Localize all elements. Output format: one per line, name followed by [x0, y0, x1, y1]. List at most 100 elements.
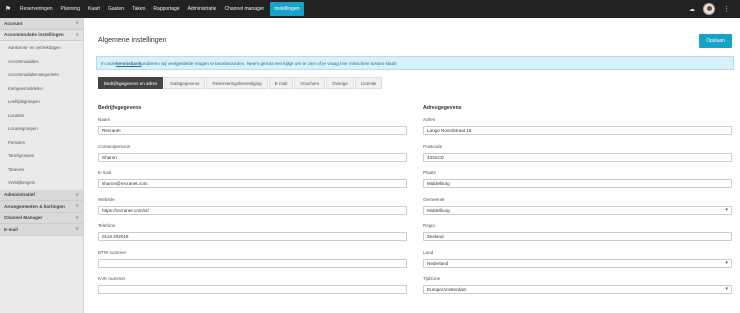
- field-gemeente: Gemeente Middelburg: [423, 197, 732, 215]
- field-btw-nummer: BTW nummer: [98, 250, 407, 268]
- info-alert: In onze kennisbank proberen wij veelgest…: [96, 56, 734, 70]
- adres-input[interactable]: Lange Noordstraat 16: [423, 126, 732, 135]
- sidebar-item-periodes[interactable]: Periodes: [0, 136, 83, 150]
- telefoon-input[interactable]: 0118 202019: [98, 232, 407, 241]
- sidebar-section-label: Administratief: [4, 192, 35, 198]
- chevron-down-icon: ∨: [75, 191, 79, 198]
- sidebar-item-accommodaties[interactable]: Accommodaties: [0, 55, 83, 69]
- field-telefoon: Telefoon 0118 202019: [98, 223, 407, 241]
- nav-item-reserveringen[interactable]: Reserveringen: [16, 0, 57, 18]
- cloud-upload-icon[interactable]: ☁: [689, 6, 695, 13]
- field-label: Tijdzone: [423, 276, 441, 281]
- sidebar-item-tariefgroepen[interactable]: Tariefgroepen: [0, 149, 83, 163]
- field-label: Postcode: [423, 143, 443, 149]
- field-kvk-nummer: KVK nummer: [98, 276, 407, 294]
- sidebar-section-label: E-mail: [4, 226, 18, 232]
- field-tijdzone: Tijdzone Europe/Amsterdam: [423, 276, 732, 294]
- chevron-up-icon: ∧: [75, 31, 79, 38]
- tab-e-mail[interactable]: E-mail: [268, 77, 294, 89]
- nav-item-channel-manager[interactable]: Channel manager: [220, 0, 268, 18]
- tab-reserveringsbevestiging[interactable]: Reserveringsbevestiging: [206, 77, 268, 89]
- gemeente-select[interactable]: Middelburg: [423, 205, 732, 215]
- regio-input[interactable]: Zeeland: [423, 232, 732, 241]
- settings-tabs: Bedrijfsgegevens en adres Gastgegevens Res…: [98, 77, 383, 89]
- sidebar-item-verblijfsregels[interactable]: Verblijfsregels: [0, 176, 83, 190]
- field-label: Gemeente: [423, 196, 445, 202]
- knowledge-base-link[interactable]: kennisbank: [116, 61, 141, 66]
- tab-vouchers[interactable]: Vouchers: [294, 77, 326, 89]
- kebab-menu-icon[interactable]: ⋮: [723, 6, 730, 13]
- postcode-input[interactable]: 4331CD: [423, 152, 732, 162]
- field-label: KVK nummer: [98, 276, 126, 281]
- field-label: Telefoon: [98, 223, 116, 228]
- chevron-down-icon: ∨: [75, 203, 79, 210]
- sidebar-item-aankomst-en-vertrekdagen[interactable]: Aankomst- en vertrekdagen: [0, 41, 83, 55]
- sidebar-item-accommodatiecategorieen[interactable]: Accommodatiecategorieën: [0, 68, 83, 82]
- avatar[interactable]: [703, 3, 715, 15]
- field-website: Website https://recranet.com/nl/: [98, 197, 407, 215]
- field-label: E-mail: [98, 170, 112, 175]
- tijdzone-select[interactable]: Europe/Amsterdam: [423, 285, 732, 294]
- sidebar-section-arrangementen-kortingen[interactable]: Arrangementen & kortingen ∨: [0, 201, 83, 213]
- naam-input[interactable]: Recranet: [98, 126, 407, 135]
- sidebar-item-tarieven[interactable]: Tarieven: [0, 163, 83, 177]
- top-navigation-bar: ⚑ Reserveringen Planning Kaart Gasten Taken R…: [0, 0, 740, 18]
- alert-text-pre: In onze: [101, 60, 117, 66]
- tab-bedrijfsgegevens-en-adres[interactable]: Bedrijfsgegevens en adres: [98, 77, 164, 89]
- field-regio: Regio Zeeland: [423, 223, 732, 241]
- field-label: Website: [98, 196, 115, 202]
- chevron-down-icon: ∨: [75, 214, 79, 221]
- land-select[interactable]: Nederland: [423, 258, 732, 268]
- home-icon[interactable]: ⚑: [0, 0, 16, 18]
- sidebar-section-label: Accommodatie instellingen: [4, 32, 64, 38]
- field-e-mail: E-mail sharon@recranet.com: [98, 170, 407, 188]
- nav-item-planning[interactable]: Planning: [57, 0, 84, 18]
- sidebar-section-account[interactable]: Account ∨: [0, 18, 83, 30]
- sidebar-item-leeftijdsgroepen[interactable]: Leeftijdsgroepen: [0, 95, 83, 109]
- tab-gastgegevens[interactable]: Gastgegevens: [164, 77, 206, 89]
- sidebar-section-label: Channel Manager: [4, 215, 43, 221]
- main-nav: Reserveringen Planning Kaart Gasten Taken Rap…: [16, 0, 304, 18]
- field-land: Land Nederland: [423, 250, 732, 268]
- field-label: Regio: [423, 223, 436, 228]
- sidebar-item-locatiegroepen[interactable]: Locatiegroepen: [0, 122, 83, 136]
- contactpersoon-input[interactable]: Sharon: [98, 152, 407, 162]
- field-plaats: Plaats Middelburg: [423, 170, 732, 188]
- main-content: Algemene instellingen Opslaan In onze ke…: [90, 18, 740, 313]
- chevron-down-icon: ∨: [75, 226, 79, 233]
- alert-text-post: proberen wij veelgestelde vragen te bean…: [141, 60, 397, 66]
- section-heading-company: Bedrijfsgegevens: [98, 105, 142, 111]
- field-contactpersoon: Contactpersoon Sharon: [98, 144, 407, 162]
- page-title: Algemene instellingen: [98, 37, 167, 44]
- field-postcode: Postcode 4331CD: [423, 144, 732, 162]
- nav-item-taken[interactable]: Taken: [128, 0, 149, 18]
- nav-item-instellingen[interactable]: Instellingen: [270, 2, 304, 16]
- plaats-input[interactable]: Middelburg: [423, 179, 732, 188]
- topbar-right: ☁ ⋮: [689, 0, 730, 18]
- tab-overige[interactable]: Overige: [326, 77, 354, 89]
- e-mail-input[interactable]: sharon@recranet.com: [98, 179, 407, 188]
- sidebar-section-label: Arrangementen & kortingen: [4, 203, 65, 209]
- btw-nummer-input[interactable]: [98, 258, 407, 268]
- sidebar-item-kampeermiddelen[interactable]: Kampeermiddelen: [0, 82, 83, 96]
- field-label: Contactpersoon: [98, 143, 131, 149]
- chevron-down-icon: ∨: [75, 20, 79, 27]
- nav-item-rapportage[interactable]: Rapportage: [149, 0, 183, 18]
- sidebar-section-administratief[interactable]: Administratief ∨: [0, 189, 83, 201]
- field-label: Land: [423, 249, 434, 255]
- tab-licentie[interactable]: Licentie: [354, 77, 383, 89]
- nav-item-administratie[interactable]: Administratie: [184, 0, 221, 18]
- field-label: Plaats: [423, 170, 436, 175]
- nav-item-kaart[interactable]: Kaart: [84, 0, 104, 18]
- kvk-nummer-input[interactable]: [98, 285, 407, 294]
- sidebar-item-locaties[interactable]: Locaties: [0, 109, 83, 123]
- settings-sidebar: Account ∨ Accommodatie instellingen ∧ Aankom…: [0, 18, 84, 313]
- sidebar-section-e-mail[interactable]: E-mail ∨: [0, 224, 83, 236]
- sidebar-section-accommodatie-instellingen[interactable]: Accommodatie instellingen ∧: [0, 29, 83, 41]
- nav-item-gasten[interactable]: Gasten: [104, 0, 128, 18]
- section-heading-address: Adresgegevens: [423, 105, 462, 111]
- sidebar-section-channel-manager[interactable]: Channel Manager ∨: [0, 212, 83, 224]
- field-naam: Naam Recranet: [98, 117, 407, 135]
- save-button[interactable]: Opslaan: [699, 34, 732, 48]
- website-input[interactable]: https://recranet.com/nl/: [98, 205, 407, 215]
